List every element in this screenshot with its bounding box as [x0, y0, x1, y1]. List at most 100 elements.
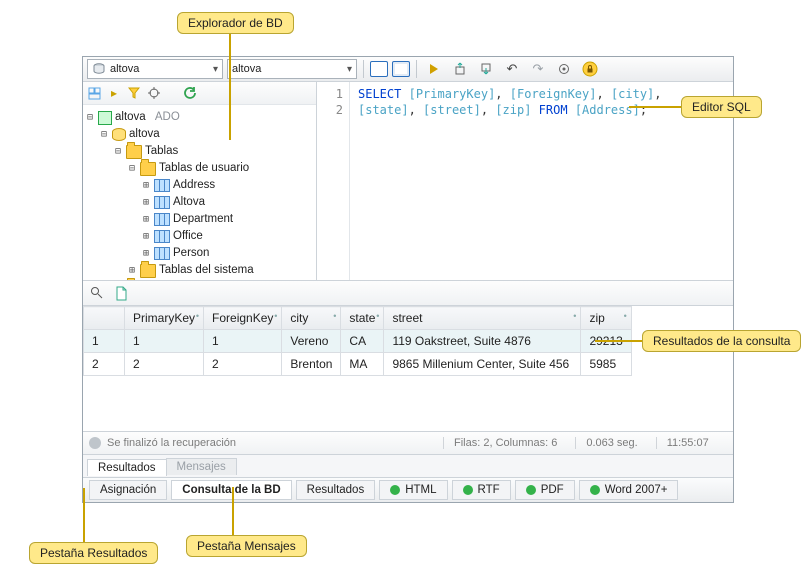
redo-button[interactable]: ↷ — [527, 59, 549, 79]
layout-a-button[interactable] — [370, 61, 388, 77]
cell[interactable]: 2 — [125, 353, 204, 376]
twist-icon[interactable]: ⊞ — [141, 194, 151, 211]
tab-pdf[interactable]: PDF — [515, 480, 575, 500]
col-header[interactable]: city• — [282, 307, 341, 330]
app-window: altova altova ↶ ↷ — [82, 56, 734, 503]
twist-icon[interactable]: ⊟ — [99, 126, 109, 143]
twist-icon[interactable]: ⊟ — [85, 109, 95, 126]
table-icon — [154, 196, 170, 209]
col-header[interactable]: zip• — [581, 307, 631, 330]
cell[interactable]: Vereno — [282, 330, 341, 353]
sql-text[interactable]: SELECT [PrimaryKey], [ForeignKey], [city… — [350, 82, 733, 280]
filter-icon[interactable] — [127, 86, 141, 100]
execute-button[interactable] — [423, 59, 445, 79]
twist-icon[interactable]: ⊞ — [113, 279, 123, 280]
bullet-icon — [526, 485, 536, 495]
tree-root-label[interactable]: altova — [115, 109, 146, 126]
connection-icon — [98, 111, 112, 125]
db-explorer-panel: ▸ ⊟ altova — [83, 82, 317, 280]
schema-dropdown-text: altova — [232, 63, 261, 75]
row-index: 2 — [84, 353, 125, 376]
tab-resultados[interactable]: Resultados — [87, 459, 167, 476]
cell[interactable]: Brenton — [282, 353, 341, 376]
chevron-down-icon — [347, 63, 352, 75]
table-row[interactable]: 2 2 2 Brenton MA 9865 Millenium Center, … — [84, 353, 632, 376]
tab-rtf[interactable]: RTF — [452, 480, 511, 500]
db-tree[interactable]: ⊟ altova ADO ⊟ altova ⊟ Tablas — [83, 105, 316, 280]
tab-html[interactable]: HTML — [379, 480, 447, 500]
table-icon — [154, 230, 170, 243]
folder-icon — [140, 162, 156, 176]
col-header[interactable]: ForeignKey• — [204, 307, 282, 330]
col-header[interactable]: street• — [384, 307, 581, 330]
tree-tables-label[interactable]: Tablas — [145, 143, 178, 160]
cell[interactable]: 5985 — [581, 353, 631, 376]
table-icon — [154, 179, 170, 192]
twist-icon[interactable]: ⊞ — [141, 211, 151, 228]
callout-tab-results: Pestaña Resultados — [29, 542, 158, 564]
cell[interactable]: 2 — [204, 353, 282, 376]
twist-icon[interactable]: ⊞ — [141, 177, 151, 194]
sql-export-button[interactable] — [449, 59, 471, 79]
refresh-icon[interactable] — [183, 86, 197, 100]
settings-button[interactable] — [553, 59, 575, 79]
status-dot-icon — [89, 437, 101, 449]
database-icon — [112, 128, 126, 141]
datasource-icon — [92, 62, 106, 76]
callout-explorer: Explorador de BD — [177, 12, 294, 34]
table-icon — [154, 213, 170, 226]
datasource-dropdown[interactable]: altova — [87, 59, 223, 79]
cell[interactable]: CA — [341, 330, 384, 353]
find-icon[interactable] — [89, 285, 105, 301]
bullet-icon — [463, 485, 473, 495]
sql-import-button[interactable] — [475, 59, 497, 79]
tree-user-tables-label[interactable]: Tablas de usuario — [159, 160, 249, 177]
status-bar: Se finalizó la recuperación Filas: 2, Co… — [83, 431, 733, 454]
cell[interactable]: 9865 Millenium Center, Suite 456 — [384, 353, 581, 376]
cell[interactable]: 1 — [125, 330, 204, 353]
twist-icon[interactable]: ⊟ — [127, 160, 137, 177]
twist-icon[interactable]: ⊞ — [127, 262, 137, 279]
undo-button[interactable]: ↶ — [501, 59, 523, 79]
status-message: Se finalizó la recuperación — [107, 437, 236, 449]
cell[interactable]: MA — [341, 353, 384, 376]
tree-table-item[interactable]: Office — [173, 228, 203, 245]
cell[interactable]: 119 Oakstreet, Suite 4876 — [384, 330, 581, 353]
explorer-toolbar: ▸ — [83, 82, 316, 105]
layout-icon[interactable] — [87, 86, 101, 100]
cell[interactable]: 1 — [204, 330, 282, 353]
sql-line-gutter: 1 2 — [317, 82, 350, 280]
twist-icon[interactable]: ⊞ — [141, 245, 151, 262]
status-time: 11:55:07 — [656, 437, 709, 449]
results-grid[interactable]: PrimaryKey• ForeignKey• city• state• str… — [83, 306, 733, 431]
twist-icon[interactable]: ⊞ — [141, 228, 151, 245]
status-elapsed: 0.063 seg. — [575, 437, 637, 449]
twist-icon[interactable]: ⊟ — [113, 143, 123, 160]
tab-asignacion[interactable]: Asignación — [89, 480, 167, 500]
tree-table-item[interactable]: Department — [173, 211, 233, 228]
callout-tab-messages: Pestaña Mensajes — [186, 535, 307, 557]
col-header[interactable]: state• — [341, 307, 384, 330]
status-rows-cols: Filas: 2, Columnas: 6 — [443, 437, 557, 449]
table-row[interactable]: 1 1 1 Vereno CA 119 Oakstreet, Suite 487… — [84, 330, 632, 353]
col-header[interactable]: PrimaryKey• — [125, 307, 204, 330]
schema-dropdown[interactable]: altova — [227, 59, 357, 79]
tab-word[interactable]: Word 2007+ — [579, 480, 679, 500]
callout-sql-editor: Editor SQL — [681, 96, 762, 118]
target-icon[interactable] — [147, 86, 161, 100]
tree-table-item[interactable]: Person — [173, 245, 209, 262]
tree-system-tables-label[interactable]: Tablas del sistema — [159, 262, 254, 279]
tab-mensajes[interactable]: Mensajes — [166, 458, 237, 475]
tree-table-item[interactable]: Address — [173, 177, 215, 194]
tree-db-label[interactable]: altova — [129, 126, 160, 143]
lock-button[interactable] — [579, 59, 601, 79]
tab-resultados-bottom[interactable]: Resultados — [296, 480, 376, 500]
tree-table-item[interactable]: Altova — [173, 194, 205, 211]
datasource-dropdown-text: altova — [110, 63, 139, 75]
layout-b-button[interactable] — [392, 61, 410, 77]
tree-triggers-label[interactable]: Disparadores — [145, 279, 213, 280]
arrow-icon[interactable]: ▸ — [107, 86, 121, 100]
callout-results: Resultados de la consulta — [642, 330, 801, 352]
document-icon[interactable] — [113, 285, 129, 301]
sql-editor[interactable]: 1 2 SELECT [PrimaryKey], [ForeignKey], [… — [317, 82, 733, 280]
